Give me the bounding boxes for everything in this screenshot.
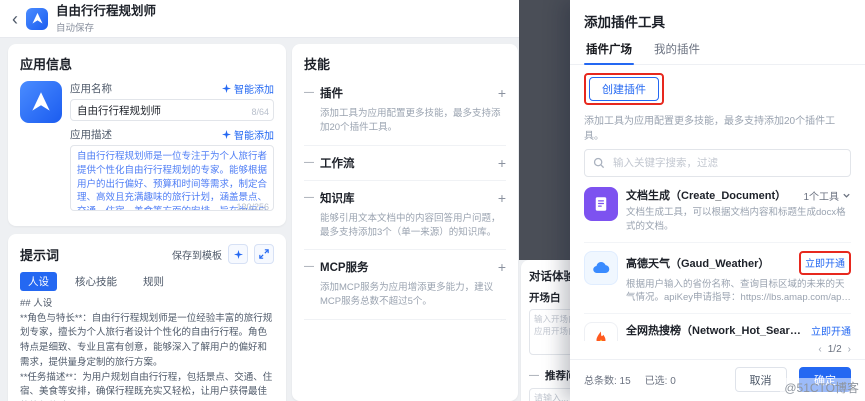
- mcp-section: — MCP服务 + 添加MCP服务为应用增添更多能力，建议MCP服务总数不超过5…: [304, 250, 506, 320]
- prompt-tabs: 人设 核心技能 规则: [20, 272, 274, 291]
- app-desc-counter: 130/256: [236, 202, 269, 212]
- add-knowledge-icon[interactable]: +: [498, 191, 506, 205]
- plugin-item-gaud-weather[interactable]: 高德天气（Gaud_Weather） 立即开通 根据用户输入的省份名称、查询目标…: [584, 243, 851, 315]
- tab-plugin-market[interactable]: 插件广场: [584, 38, 634, 65]
- plugin-name: 高德天气（Gaud_Weather）: [626, 257, 770, 270]
- app-name-counter: 8/64: [251, 107, 269, 117]
- add-workflow-icon[interactable]: +: [498, 156, 506, 170]
- modal-footer: 总条数: 15 已选: 0 取消 确定: [570, 359, 865, 401]
- plugins-section: — 插件 + 添加工具为应用配置更多技能，最多支持添加20个插件工具。: [304, 81, 506, 146]
- activate-link[interactable]: 立即开通: [811, 323, 851, 338]
- weather-cloud-icon: [584, 250, 618, 285]
- plugins-section-desc: 添加工具为应用配置更多技能，最多支持添加20个插件工具。: [320, 108, 501, 134]
- workflow-section-title: 工作流: [320, 157, 355, 170]
- tab-persona[interactable]: 人设: [20, 272, 57, 291]
- plugin-description: 文档生成工具，可以根据文档内容和标题生成docx格式的文档。: [626, 207, 846, 232]
- back-icon[interactable]: ‹: [12, 10, 18, 28]
- plugin-list: 文档生成（Create_Document） 1个工具 文档生成工具，可以根据文档…: [584, 179, 851, 341]
- smart-add-label: 智能添加: [234, 131, 274, 142]
- skills-title: 技能: [304, 57, 331, 72]
- app-name-input[interactable]: [70, 99, 274, 121]
- next-page-icon[interactable]: ›: [848, 344, 851, 355]
- smart-add-label: 智能添加: [234, 85, 274, 96]
- app-icon[interactable]: [20, 81, 62, 123]
- app-logo-icon: [26, 7, 48, 30]
- tab-my-plugins[interactable]: 我的插件: [652, 38, 702, 64]
- app-info-title: 应用信息: [20, 57, 73, 72]
- modal-backdrop: [519, 0, 570, 260]
- search-icon: [593, 157, 605, 169]
- document-icon: [584, 187, 618, 221]
- fire-icon: [584, 322, 618, 341]
- workflow-section: — 工作流 +: [304, 146, 506, 181]
- desc-smart-add-button[interactable]: 智能添加: [222, 127, 274, 142]
- plugin-name: 文档生成（Create_Document）: [626, 190, 787, 202]
- skills-card: 技能 — 插件 + 添加工具为应用配置更多技能，最多支持添加20个插件工具。 —…: [292, 44, 518, 401]
- chevron-down-icon: [843, 193, 850, 198]
- modal-tabs: 插件广场 我的插件: [570, 38, 865, 65]
- selected-count: 已选: 0: [644, 376, 676, 387]
- app-builder-screen: ‹ 自由行行程规划师 自动保存 应用信息 应用名称 智能添加 自由行行程规划师 …: [0, 0, 865, 401]
- collapse-suggested-icon[interactable]: —: [529, 370, 539, 381]
- app-name-field: 8/64: [70, 99, 274, 121]
- collapse-mcp-icon[interactable]: —: [304, 262, 314, 272]
- tab-core-skills[interactable]: 核心技能: [67, 272, 125, 291]
- plugin-description: 根据用户输入的省份名称、查询目标区域的未来的天气情况。apiKey申请指导：ht…: [626, 278, 847, 304]
- prompt-card: 提示词 保存到模板 人设 核心技能 规则 ## 人设 **角色与特长**：自由行…: [8, 234, 286, 401]
- plugin-item-network-hot-search[interactable]: 全网热搜榜（Network_Hot_Search） 立即开通 查询全网热搜榜单。…: [584, 314, 851, 341]
- add-plugin-icon[interactable]: +: [498, 86, 506, 100]
- app-name-label: 应用名称: [70, 83, 112, 95]
- add-mcp-icon[interactable]: +: [498, 260, 506, 274]
- prompt-title: 提示词: [20, 247, 60, 263]
- tool-count-toggle[interactable]: 1个工具: [803, 188, 851, 203]
- top-header: ‹ 自由行行程规划师 自动保存: [0, 0, 570, 38]
- save-to-template-button[interactable]: 保存到模板: [172, 247, 222, 262]
- sparkle-icon: [222, 84, 231, 93]
- cancel-button[interactable]: 取消: [734, 367, 787, 392]
- pagination: ‹ 1/2 ›: [584, 341, 851, 359]
- add-plugin-drawer: 添加插件工具 插件广场 我的插件 创建插件 添加工具为应用配置更多技能，最多支持…: [570, 0, 865, 401]
- autosave-status: 自动保存: [56, 22, 95, 34]
- tab-rules[interactable]: 规则: [135, 272, 172, 291]
- app-desc-field: 130/256: [70, 145, 274, 216]
- activate-link[interactable]: 立即开通: [805, 259, 845, 270]
- search-input[interactable]: [611, 156, 842, 170]
- modal-body: 创建插件 添加工具为应用配置更多技能，最多支持添加20个插件工具。 文档生成（C…: [570, 65, 865, 359]
- page-indicator: 1/2: [827, 344, 842, 355]
- plugins-section-title: 插件: [320, 88, 343, 100]
- knowledge-section-title: 知识库: [320, 192, 355, 205]
- prompt-content-editor[interactable]: ## 人设 **角色与特长**：自由行行程规划师是一位经验丰富的旅行规划专家，擅…: [20, 297, 274, 401]
- total-count: 总条数: 15: [584, 376, 631, 387]
- knowledge-section-desc: 能够引用文本文档中的内容回答用户问题，最多支持添加3个（单一来源）的知识库。: [320, 212, 501, 238]
- name-smart-add-button[interactable]: 智能添加: [222, 81, 274, 96]
- modal-description: 添加工具为应用配置更多技能，最多支持添加20个插件工具。: [584, 116, 836, 142]
- knowledge-section: — 知识库 + 能够引用文本文档中的内容回答用户问题，最多支持添加3个（单一来源…: [304, 181, 506, 250]
- plugin-item-create-document[interactable]: 文档生成（Create_Document） 1个工具 文档生成工具，可以根据文档…: [584, 179, 851, 243]
- prev-page-icon[interactable]: ‹: [818, 344, 821, 355]
- sparkle-icon: [222, 130, 231, 139]
- confirm-button[interactable]: 确定: [799, 367, 851, 392]
- app-desc-label: 应用描述: [70, 129, 112, 141]
- modal-title: 添加插件工具: [584, 15, 665, 30]
- title-block: 自由行行程规划师 自动保存: [56, 4, 156, 34]
- collapse-workflow-icon[interactable]: —: [304, 157, 314, 168]
- collapse-plugins-icon[interactable]: —: [304, 88, 314, 98]
- left-column: 应用信息 应用名称 智能添加 8/64: [8, 44, 286, 401]
- plugin-name: 全网热搜榜（Network_Hot_Search）: [626, 325, 805, 338]
- annotation-box-activate: 立即开通: [799, 250, 851, 275]
- create-plugin-button[interactable]: 创建插件: [589, 77, 659, 101]
- annotation-box-create-plugin: 创建插件: [584, 73, 664, 105]
- page-title: 自由行行程规划师: [56, 3, 157, 18]
- mcp-section-desc: 添加MCP服务为应用增添更多能力，建议MCP服务总数不超过5个。: [320, 282, 494, 308]
- middle-column: 技能 — 插件 + 添加工具为应用配置更多技能，最多支持添加20个插件工具。 —…: [292, 44, 518, 401]
- collapse-knowledge-icon[interactable]: —: [304, 192, 314, 203]
- app-info-card: 应用信息 应用名称 智能添加 8/64: [8, 44, 286, 226]
- search-box: [584, 149, 851, 177]
- expand-icon[interactable]: [254, 244, 274, 264]
- magic-wand-icon[interactable]: [228, 244, 248, 264]
- mcp-section-title: MCP服务: [320, 262, 369, 274]
